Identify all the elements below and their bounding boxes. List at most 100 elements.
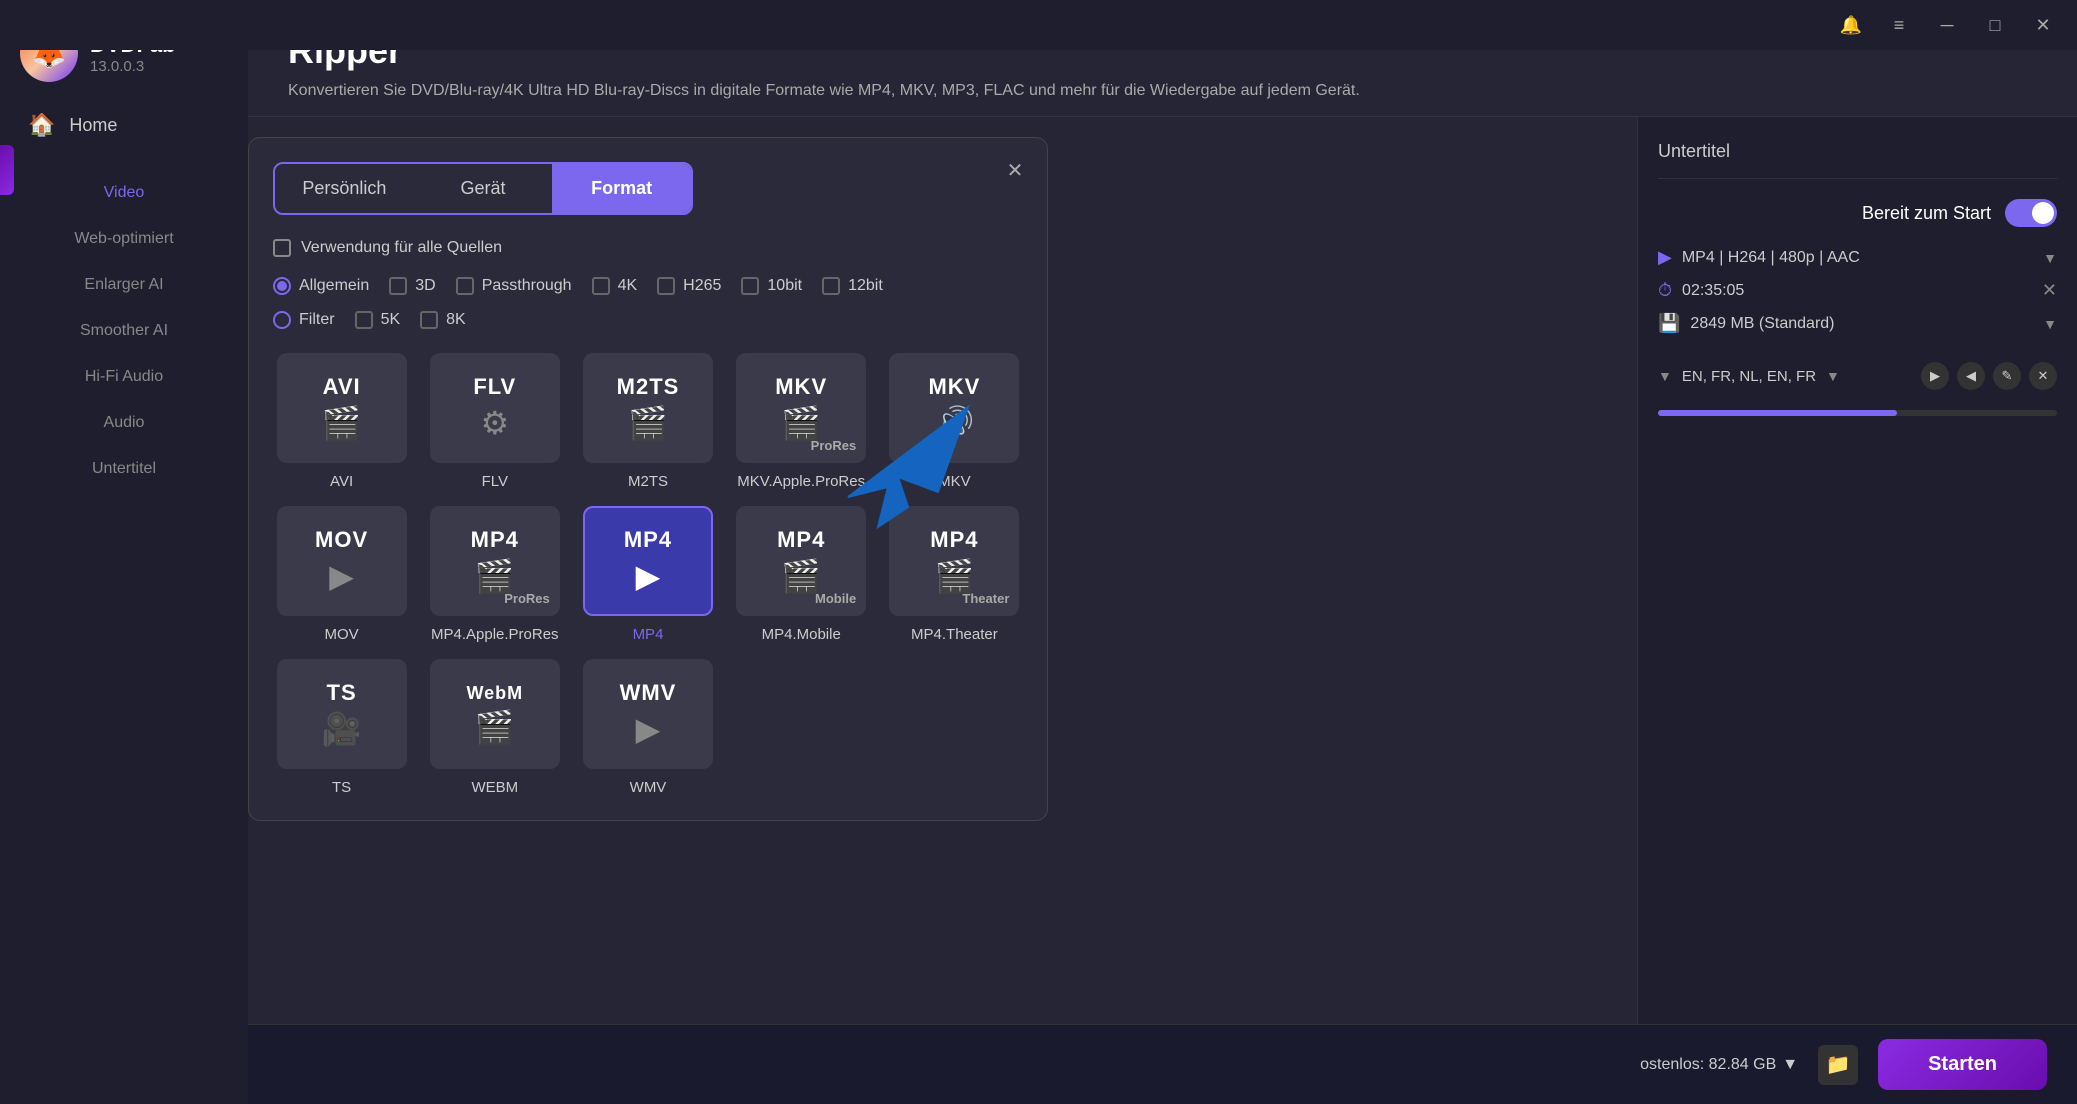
check-4k-label: 4K [618,277,638,295]
track-size-text: 2849 MB (Standard) [1690,315,1834,333]
subtitle-edit-btn[interactable]: ✎ [1993,362,2021,390]
sidebar-item-home[interactable]: 🏠 Home [0,96,248,154]
radio-row-1: Allgemein 3D Passthrough 4K [273,277,1023,295]
format-card-wmv[interactable]: WMV ▶ WMV [579,659,716,796]
radio-filter-label: Filter [299,311,335,329]
check-8k[interactable]: 8K [420,311,466,329]
check-12bit[interactable]: 12bit [822,277,883,295]
format-card-mkv[interactable]: MKV 🔊 MKV [886,353,1023,490]
format-label-wmv: WMV [620,680,677,706]
minimize-button[interactable]: ─ [1933,11,1961,39]
main-content: Ripper Konvertieren Sie DVD/Blu-ray/4K U… [248,0,2077,1104]
format-icon-mkv: MKV 🔊 [889,353,1019,463]
page-subtitle: Konvertieren Sie DVD/Blu-ray/4K Ultra HD… [288,82,2037,100]
check-3d-box [389,277,407,295]
tab-geraet[interactable]: Gerät [414,164,553,213]
check-passthrough-box [456,277,474,295]
check-12bit-box [822,277,840,295]
radio-allgemein-label: Allgemein [299,277,369,295]
format-dropdown-arrow[interactable]: ▼ [2043,250,2057,266]
check-h265[interactable]: H265 [657,277,721,295]
format-card-mp4[interactable]: MP4 ▶ MP4 [579,506,716,643]
subtitle-delete-btn[interactable]: ✕ [2029,362,2057,390]
subtitle-dropdown-left[interactable]: ▼ [1658,368,1672,384]
track-format-row: ▶ MP4 | H264 | 480p | AAC ▼ [1658,247,2057,268]
use-all-sources-row: Verwendung für alle Quellen [273,239,1023,257]
check-4k[interactable]: 4K [592,277,638,295]
format-card-mp4-mobile[interactable]: MP4 🎬 Mobile MP4.Mobile [733,506,870,643]
format-card-mp4-theater[interactable]: MP4 🎬 Theater MP4.Theater [886,506,1023,643]
prores-sub: ProRes [811,438,857,453]
avi-symbol: 🎬 [322,404,362,442]
check-passthrough[interactable]: Passthrough [456,277,572,295]
sidebar-item-audio[interactable]: Audio [0,400,248,446]
menu-icon[interactable]: ≡ [1885,11,1913,39]
sidebar-item-enlarger-ai[interactable]: Enlarger AI [0,262,248,308]
format-name-mkv: MKV [938,473,971,490]
track-format-icon: ▶ [1658,247,1672,268]
format-name-mp4: MP4 [633,626,664,643]
format-name-mp4-mobile: MP4.Mobile [762,626,841,643]
sidebar-item-web-optimiert[interactable]: Web-optimiert [0,216,248,262]
check-3d[interactable]: 3D [389,277,435,295]
format-icon-flv: FLV ⚙ [430,353,560,463]
free-space-dropdown[interactable]: ▼ [1782,1056,1798,1074]
format-icon-mov: MOV ▶ [277,506,407,616]
subtitle-prev-btn[interactable]: ◀ [1957,362,1985,390]
progress-fill [1658,410,1897,416]
subtitle-dropdown-right[interactable]: ▼ [1826,368,1840,384]
tab-persoenlich[interactable]: Persönlich [275,164,414,213]
check-h265-box [657,277,675,295]
check-5k[interactable]: 5K [355,311,401,329]
format-card-mkv-prores[interactable]: MKV 🎬 ProRes MKV.Apple.ProRes [733,353,870,490]
track-delete-button[interactable]: ✕ [2042,280,2057,301]
format-name-flv: FLV [482,473,508,490]
use-all-sources-checkbox[interactable] [273,239,291,257]
format-card-mp4-prores[interactable]: MP4 🎬 ProRes MP4.Apple.ProRes [426,506,563,643]
format-card-webm[interactable]: WebM 🎬 WEBM [426,659,563,796]
sidebar-web-label: Web-optimiert [74,230,173,247]
track-duration-icon: ⏱ [1658,280,1672,301]
format-icon-mp4-mobile: MP4 🎬 Mobile [736,506,866,616]
check-12bit-label: 12bit [848,277,883,295]
maximize-button[interactable]: □ [1981,11,2009,39]
format-name-wmv: WMV [630,779,667,796]
radio-allgemein[interactable]: Allgemein [273,277,369,295]
format-card-mov[interactable]: MOV ▶ MOV [273,506,410,643]
folder-button[interactable]: 📁 [1818,1045,1858,1085]
check-10bit[interactable]: 10bit [741,277,802,295]
format-name-ts: TS [332,779,351,796]
notification-icon[interactable]: 🔔 [1837,11,1865,39]
free-space-label: ostenlos: 82.84 GB [1640,1056,1776,1074]
check-10bit-label: 10bit [767,277,802,295]
subtitle-controls: ▶ ◀ ✎ ✕ [1921,362,2057,390]
tab-format[interactable]: Format [552,164,691,213]
start-button[interactable]: Starten [1878,1039,2047,1090]
format-icon-ts: TS 🎥 [277,659,407,769]
radio-allgemein-dot [273,277,291,295]
ready-toggle[interactable] [2005,199,2057,227]
sidebar-item-video[interactable]: Video [0,170,248,216]
format-card-avi[interactable]: AVI 🎬 AVI [273,353,410,490]
sidebar-item-smoother-ai[interactable]: Smoother AI [0,308,248,354]
check-5k-box [355,311,373,329]
format-card-m2ts[interactable]: M2TS 🎬 M2TS [579,353,716,490]
format-card-ts[interactable]: TS 🎥 TS [273,659,410,796]
format-card-flv[interactable]: FLV ⚙ FLV [426,353,563,490]
mp4-mobile-sub: Mobile [815,591,856,606]
check-h265-label: H265 [683,277,721,295]
size-dropdown-arrow[interactable]: ▼ [2043,316,2057,332]
subtitle-play-btn[interactable]: ▶ [1921,362,1949,390]
sidebar-item-untertitel[interactable]: Untertitel [0,446,248,492]
radio-filter[interactable]: Filter [273,311,335,329]
sidebar-audio-label: Audio [104,414,145,431]
format-name-m2ts: M2TS [628,473,668,490]
content-area: ✕ Persönlich Gerät Format Verwendung für… [248,117,2077,1104]
dialog-close-button[interactable]: ✕ [999,154,1031,186]
format-label-ts: TS [327,680,357,706]
sidebar-item-hi-fi-audio[interactable]: Hi-Fi Audio [0,354,248,400]
format-name-webm: WEBM [471,779,518,796]
ready-label: Bereit zum Start [1862,203,1991,224]
flv-symbol: ⚙ [480,404,509,442]
close-button[interactable]: ✕ [2029,11,2057,39]
